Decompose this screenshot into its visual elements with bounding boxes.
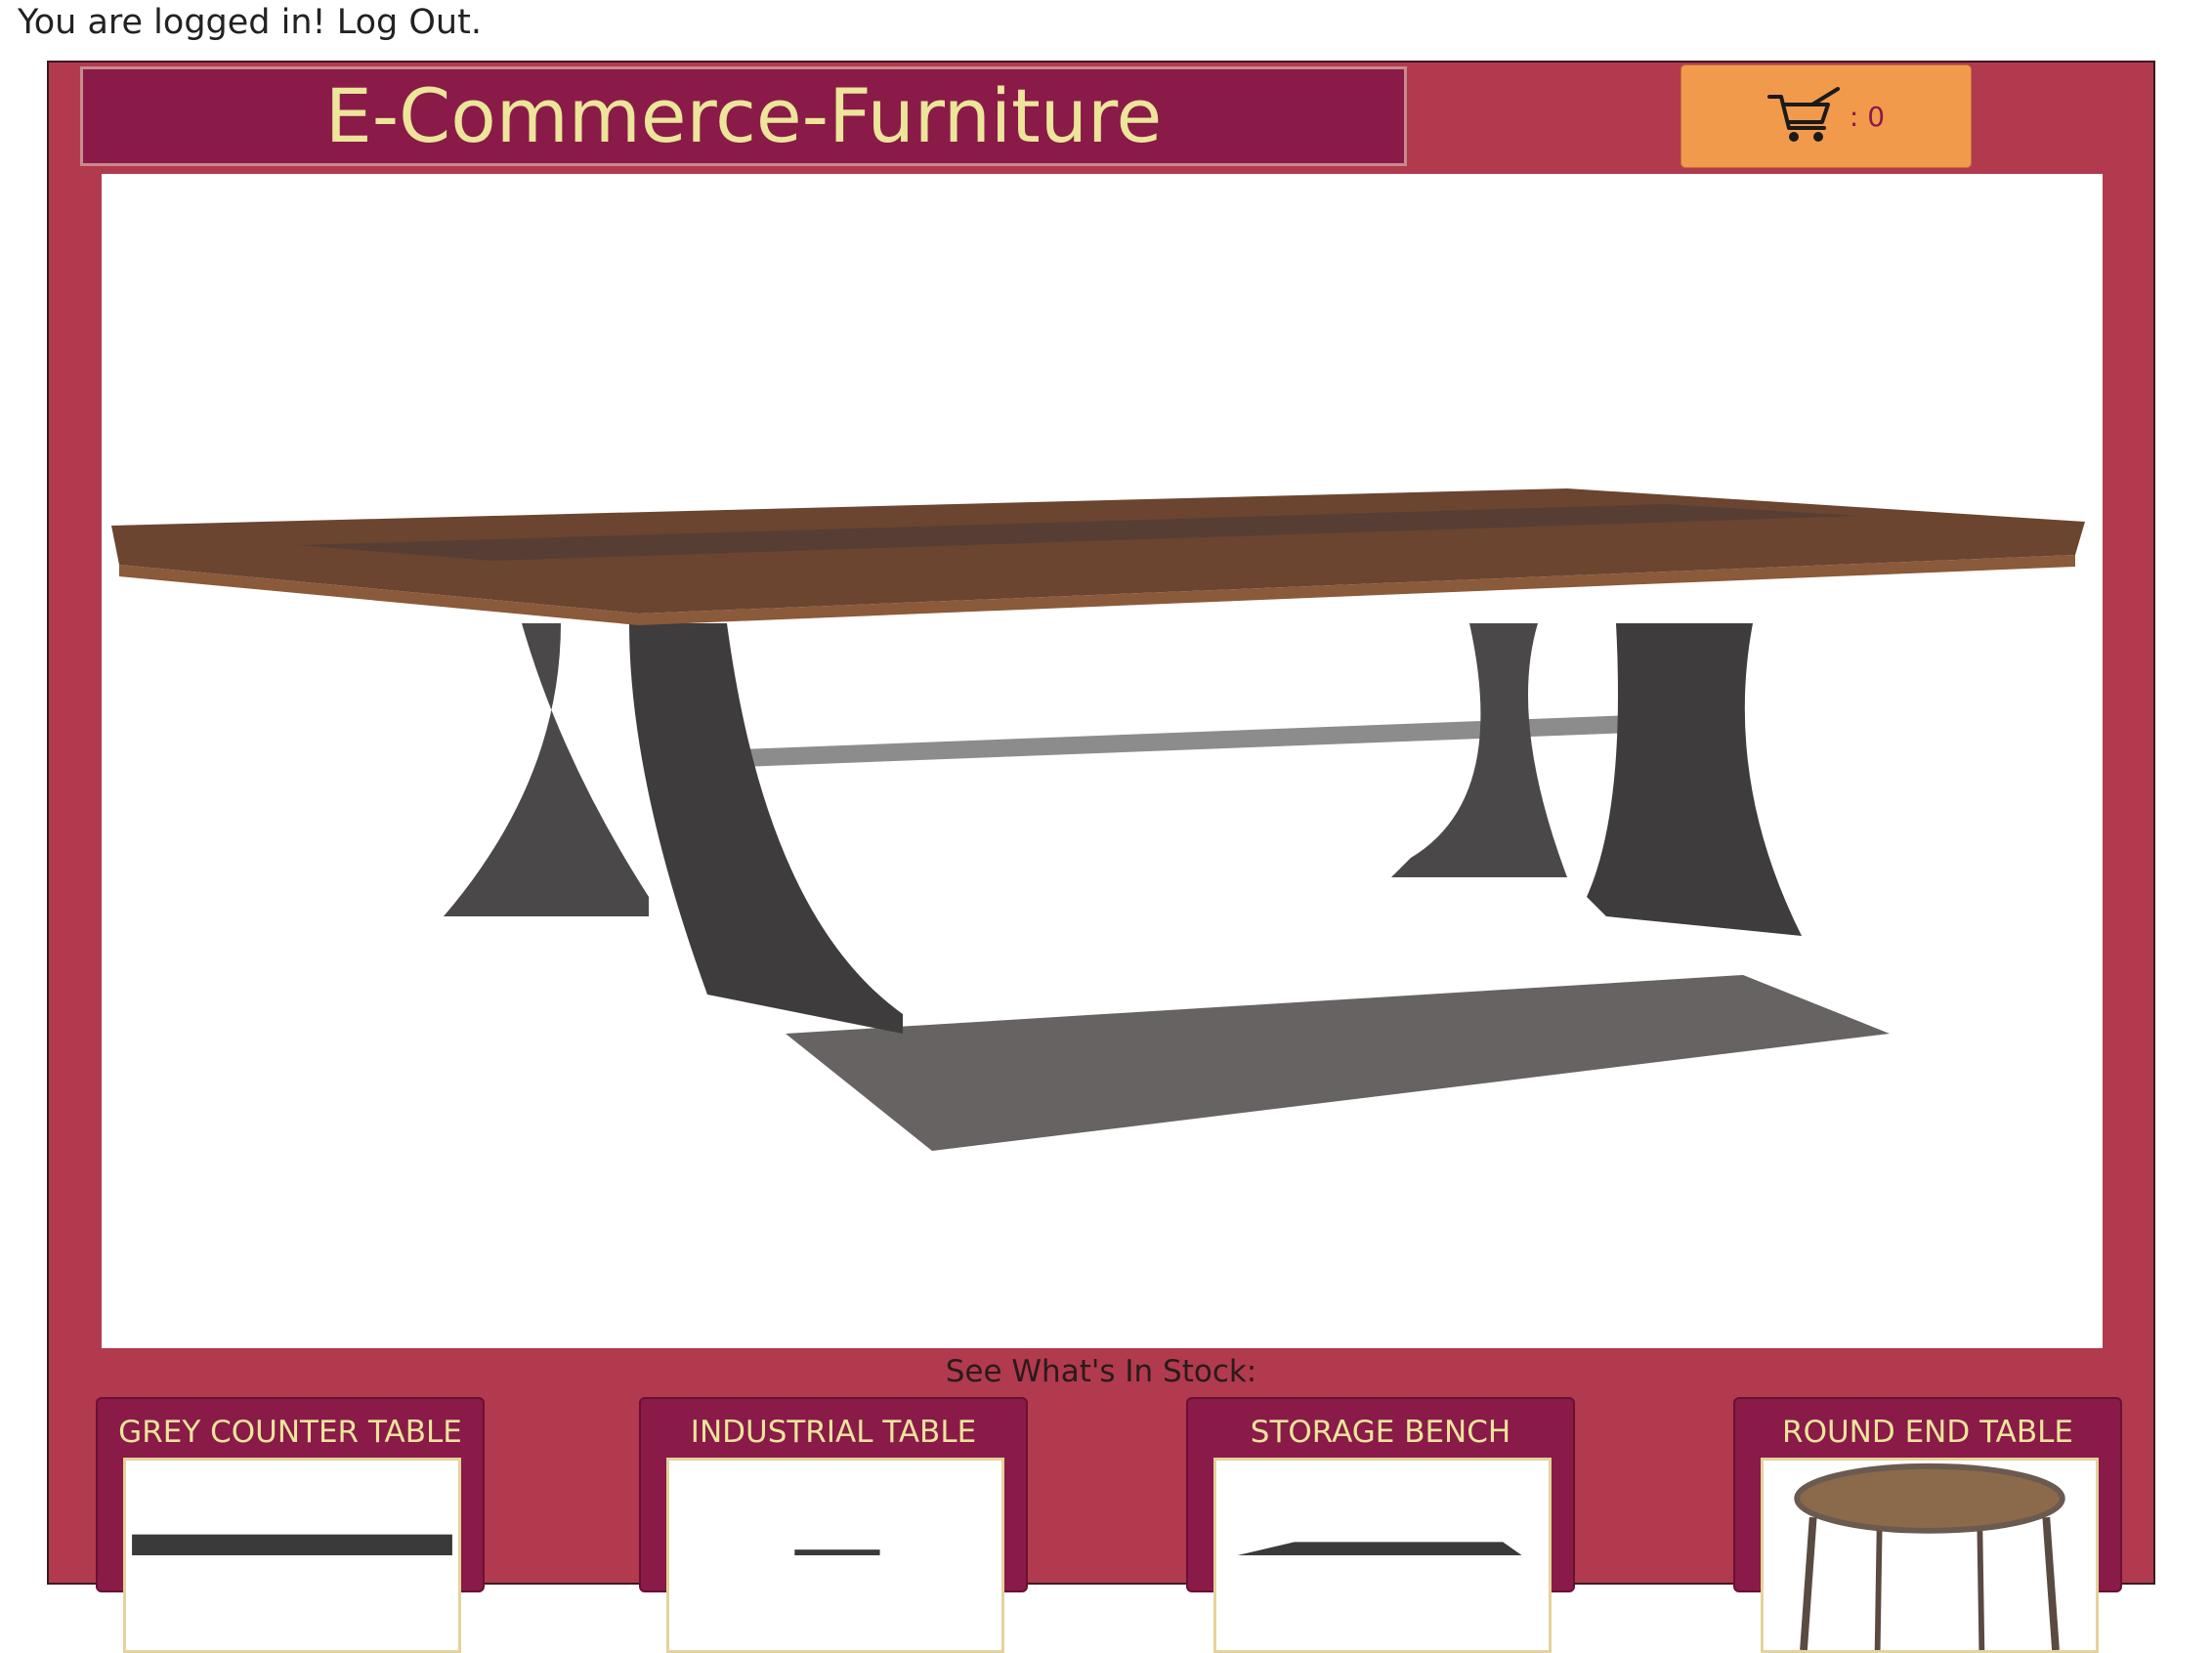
site-title: E-Commerce-Furniture <box>324 72 1163 159</box>
product-name: ROUND END TABLE <box>1782 1415 2073 1450</box>
hero-image <box>102 174 2103 1348</box>
product-thumbnail <box>123 1458 461 1653</box>
product-card[interactable]: STORAGE BENCH <box>1186 1397 1575 1653</box>
product-card[interactable]: INDUSTRIAL TABLE <box>639 1397 1028 1653</box>
main-frame: E-Commerce-Furniture : 0 See What's In S… <box>47 61 2155 1653</box>
product-name: STORAGE BENCH <box>1250 1415 1511 1450</box>
product-card[interactable]: GREY COUNTER TABLE <box>96 1397 485 1653</box>
grey-counter-table-image <box>132 1534 452 1555</box>
product-thumbnail <box>1761 1458 2099 1653</box>
cart-count: : 0 <box>1849 100 1886 133</box>
round-end-table-image <box>1794 1462 2065 1650</box>
logout-link[interactable]: Log Out. <box>337 3 482 42</box>
product-thumbnail <box>1213 1458 1552 1653</box>
product-thumbnail <box>666 1458 1004 1653</box>
industrial-table-image <box>111 488 2085 1151</box>
site-title-box: E-Commerce-Furniture <box>80 66 1407 166</box>
stock-heading: See What's In Stock: <box>945 1354 1257 1389</box>
login-message: You are logged in! <box>18 3 326 42</box>
industrial-table-image <box>794 1549 880 1555</box>
shopping-cart-icon <box>1766 87 1840 142</box>
product-name: GREY COUNTER TABLE <box>118 1415 462 1450</box>
product-card[interactable]: ROUND END TABLE <box>1733 1397 2122 1653</box>
product-name: INDUSTRIAL TABLE <box>690 1415 977 1450</box>
login-status: You are logged in! Log Out. <box>18 0 482 45</box>
cart-button[interactable]: : 0 <box>1680 64 1972 168</box>
storage-bench-image <box>1237 1542 1522 1555</box>
